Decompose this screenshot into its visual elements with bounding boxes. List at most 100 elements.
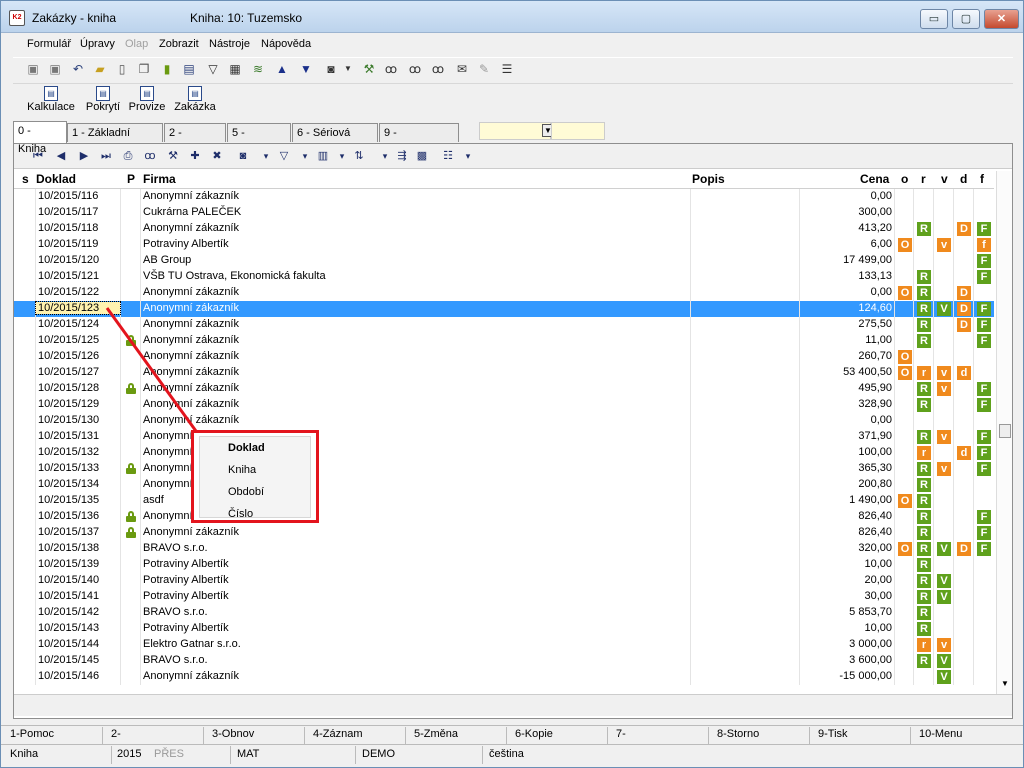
column-v[interactable]: v xyxy=(941,172,948,186)
cell-cena[interactable]: 275,50 xyxy=(804,318,892,330)
add-record-icon[interactable]: ✚ xyxy=(187,148,203,164)
cell-doklad[interactable]: 10/2015/126 xyxy=(36,350,120,362)
lock-icon[interactable]: ▮ xyxy=(159,61,175,77)
menu-zobrazit[interactable]: Zobrazit xyxy=(159,38,199,50)
popup-item-kniha[interactable]: Kniha xyxy=(228,464,256,476)
cell-cena[interactable]: 20,00 xyxy=(804,574,892,586)
column-d[interactable]: d xyxy=(960,172,967,186)
cell-cena[interactable]: 0,00 xyxy=(804,414,892,426)
table-row[interactable]: 10/2015/121 VŠB TU Ostrava, Ekonomická fa… xyxy=(14,269,994,285)
scroll-down-icon[interactable]: ▼ xyxy=(1001,679,1009,688)
up-arrow-icon[interactable]: ▲ xyxy=(274,61,290,77)
cell-cena[interactable]: 124,60 xyxy=(804,302,892,314)
table-row[interactable]: 10/2015/117 Cukrárna PALEČEK 300,00 xyxy=(14,205,994,221)
cell-doklad[interactable]: 10/2015/140 xyxy=(36,574,120,586)
column-doklad[interactable]: Doklad xyxy=(36,172,76,186)
binoculars-icon[interactable]: ꝏ xyxy=(383,61,399,77)
cell-doklad[interactable]: 10/2015/120 xyxy=(36,254,120,266)
camera-icon[interactable]: ◙ xyxy=(235,148,251,164)
cell-firma[interactable]: Anonymní zákazník xyxy=(143,350,239,362)
table-row[interactable]: 10/2015/119 Potraviny Albertík 6,00 Ov f xyxy=(14,237,994,253)
cell-firma[interactable]: Anonymní zákazník xyxy=(143,318,239,330)
cell-doklad[interactable]: 10/2015/132 xyxy=(36,446,120,458)
cell-doklad[interactable]: 10/2015/129 xyxy=(36,398,120,410)
table-row[interactable]: 10/2015/124 Anonymní zákazník 275,50 R D F xyxy=(14,317,994,333)
mail-icon[interactable]: ✉ xyxy=(454,61,470,77)
binoculars-search-icon[interactable]: ꝏ xyxy=(430,61,446,77)
binoculars-next-icon[interactable]: ꝏ xyxy=(407,61,423,77)
cell-cena[interactable]: 100,00 xyxy=(804,446,892,458)
cell-firma[interactable]: BRAVO s.r.o. xyxy=(143,654,208,666)
cell-doklad[interactable]: 10/2015/145 xyxy=(36,654,120,666)
provize-button[interactable]: ▤ Provize xyxy=(127,86,167,113)
filter-combo[interactable] xyxy=(479,122,551,140)
table-row[interactable]: 10/2015/120 AB Group 17 499,00 F xyxy=(14,253,994,269)
dropdown-icon[interactable]: ▾ xyxy=(460,148,476,164)
cell-doklad[interactable]: 10/2015/141 xyxy=(36,590,120,602)
book-icon[interactable]: ▤ xyxy=(181,61,197,77)
cell-doklad[interactable]: 10/2015/121 xyxy=(36,270,120,282)
cell-cena[interactable]: 1 490,00 xyxy=(804,494,892,506)
cell-doklad[interactable]: 10/2015/136 xyxy=(36,510,120,522)
menu-formular[interactable]: Formulář xyxy=(27,38,71,50)
table-row[interactable]: 10/2015/140 Potraviny Albertík 20,00 R V xyxy=(14,573,994,589)
fkey-3[interactable]: 3-Obnov xyxy=(203,728,303,740)
cell-cena[interactable]: 11,00 xyxy=(804,334,892,346)
table-row[interactable]: 10/2015/143 Potraviny Albertík 10,00 R xyxy=(14,621,994,637)
indent-icon[interactable]: ⇶ xyxy=(394,148,410,164)
table-row[interactable]: 10/2015/141 Potraviny Albertík 30,00 R V xyxy=(14,589,994,605)
open-folder-icon[interactable]: ▰ xyxy=(92,61,108,77)
cell-cena[interactable]: 328,90 xyxy=(804,398,892,410)
popup-item-doklad[interactable]: Doklad xyxy=(228,442,265,454)
table-row[interactable]: 10/2015/129 Anonymní zákazník 328,90 R F xyxy=(14,397,994,413)
cell-cena[interactable]: 3 000,00 xyxy=(804,638,892,650)
minimize-button[interactable]: ▭ xyxy=(920,9,948,29)
zakazka-button[interactable]: ▤ Zakázka xyxy=(171,86,219,113)
cell-cena[interactable]: 133,13 xyxy=(804,270,892,282)
cell-firma[interactable]: Cukrárna PALEČEK xyxy=(143,206,241,218)
cell-firma[interactable]: AB Group xyxy=(143,254,191,266)
table-row[interactable]: 10/2015/133Anonymní zákazník365,30RvF xyxy=(14,461,994,477)
tab-dokumenty[interactable]: 9 - Dokumenty xyxy=(379,123,459,157)
columns-icon[interactable]: ▥ xyxy=(315,148,331,164)
camera-icon[interactable]: ◙ xyxy=(323,61,339,77)
table-row[interactable]: 10/2015/132Anonymní zákazník100,00rdF xyxy=(14,445,994,461)
dropdown-icon[interactable]: ▾ xyxy=(297,148,313,164)
stack-icon[interactable]: ≋ xyxy=(250,61,266,77)
cell-firma[interactable]: asdf xyxy=(143,494,164,506)
table-row[interactable]: 10/2015/136Anonymní zákazník826,40RF xyxy=(14,509,994,525)
column-r[interactable]: r xyxy=(921,172,926,186)
cell-doklad[interactable]: 10/2015/125 xyxy=(36,334,120,346)
cell-firma[interactable]: Potraviny Albertík xyxy=(143,622,229,634)
table-row[interactable]: 10/2015/137 Anonymní zákazník 826,40 R F xyxy=(14,525,994,541)
column-firma[interactable]: Firma xyxy=(143,172,176,186)
fkey-8[interactable]: 8-Storno xyxy=(708,728,808,740)
copy-icon[interactable]: ❐ xyxy=(136,61,152,77)
cell-cena[interactable]: 200,80 xyxy=(804,478,892,490)
edit-icon[interactable]: ✎ xyxy=(476,61,492,77)
cell-cena[interactable]: 320,00 xyxy=(804,542,892,554)
cell-firma[interactable]: Anonymní zákazník xyxy=(143,222,239,234)
cell-doklad[interactable]: 10/2015/127 xyxy=(36,366,120,378)
cell-doklad[interactable]: 10/2015/144 xyxy=(36,638,120,650)
cell-firma[interactable]: Anonymní zákazník xyxy=(143,670,239,682)
table-row[interactable]: 10/2015/125 Anonymní zákazník 11,00 R F xyxy=(14,333,994,349)
table-row[interactable]: 10/2015/142 BRAVO s.r.o. 5 853,70 R xyxy=(14,605,994,621)
table-row[interactable]: 10/2015/144 Elektro Gatnar s.r.o. 3 000,00… xyxy=(14,637,994,653)
cell-firma[interactable]: VŠB TU Ostrava, Ekonomická fakulta xyxy=(143,270,326,282)
menu-napoveda[interactable]: Nápověda xyxy=(261,38,311,50)
cell-firma[interactable]: BRAVO s.r.o. xyxy=(143,606,208,618)
cell-firma[interactable]: Potraviny Albertík xyxy=(143,558,229,570)
fkey-5[interactable]: 5-Změna xyxy=(405,728,505,740)
cell-firma[interactable]: Anonymní zákazník xyxy=(143,366,239,378)
tab-seriova-cisla[interactable]: 6 - Sériová čísla xyxy=(292,123,378,157)
table-row[interactable]: 10/2015/138 BRAVO s.r.o. 320,00 O R V D F xyxy=(14,541,994,557)
cell-doklad[interactable]: 10/2015/116 xyxy=(36,190,120,202)
dropdown-icon[interactable]: ▾ xyxy=(334,148,350,164)
cell-doklad[interactable]: 10/2015/131 xyxy=(36,430,120,442)
tab-doklady[interactable]: 5 - Doklady xyxy=(227,123,291,157)
cell-firma[interactable]: BRAVO s.r.o. xyxy=(143,542,208,554)
cell-doklad[interactable]: 10/2015/143 xyxy=(36,622,120,634)
cell-doklad[interactable]: 10/2015/134 xyxy=(36,478,120,490)
menu-nastroje[interactable]: Nástroje xyxy=(209,38,250,50)
